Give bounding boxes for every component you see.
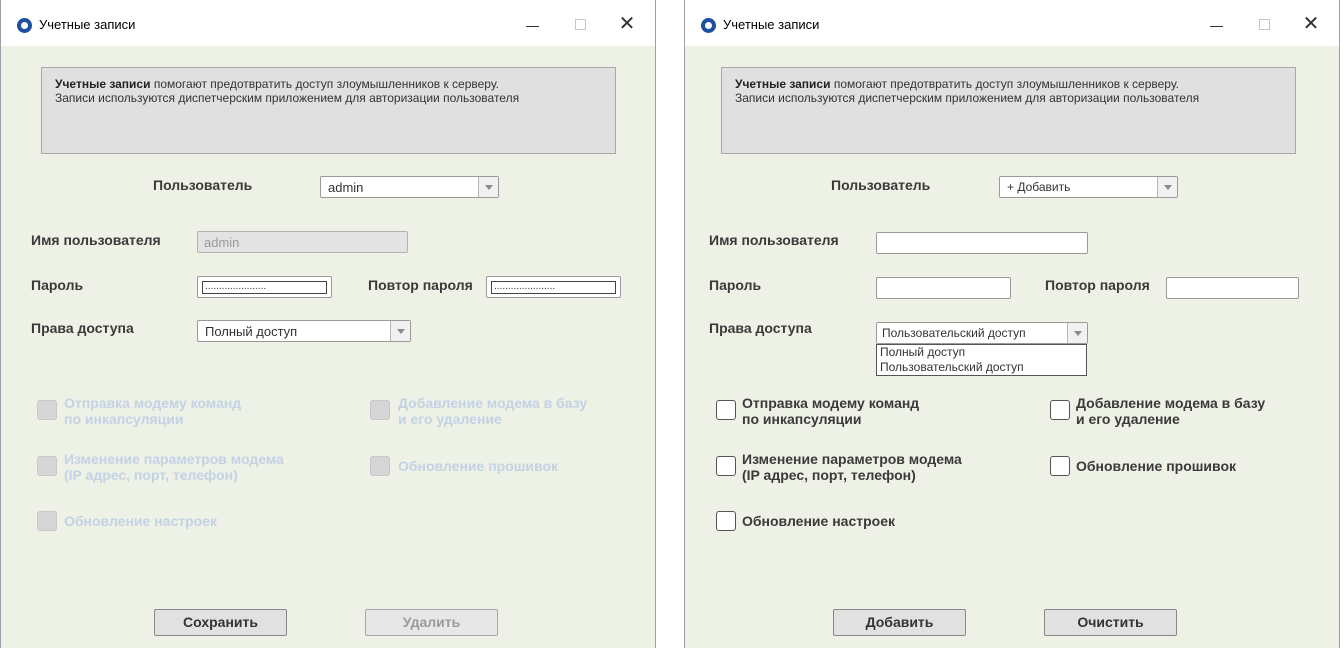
rights-label: Права доступа [709,320,812,336]
chevron-down-icon[interactable] [1157,177,1177,197]
checkbox-send-commands-label: Отправка модему команд по инкапсуляции [742,395,919,427]
info-line-1: Учетные записи помогают предотвратить до… [735,77,1295,91]
username-field[interactable] [876,232,1088,254]
info-line-1-rest: помогают предотвратить доступ злоумышлен… [830,77,1179,91]
info-box: Учетные записи помогают предотвратить до… [721,67,1296,154]
checkbox-modem-params-label: Изменение параметров модема (IP адрес, п… [64,451,284,483]
info-line-2: Записи используются диспетчерским прилож… [735,91,1200,105]
checkbox-firmware[interactable] [1050,456,1070,476]
checkbox-send-commands[interactable] [37,400,57,420]
user-select-value: admin [328,180,364,195]
title-bar: Учетные записи ✕ [1,0,655,46]
label-line: Отправка модему команд [64,395,242,411]
close-icon[interactable]: ✕ [609,10,645,38]
rights-option-user[interactable]: Пользовательский доступ [877,360,1086,375]
checkbox-send-commands-label: Отправка модему команд по инкапсуляции [64,395,241,427]
title-bar: Учетные записи ✕ [685,0,1339,46]
maximize-icon[interactable] [1247,10,1283,38]
password-field[interactable]: ...................... [197,276,332,298]
checkbox-firmware-label: Обновление прошивок [1076,458,1237,474]
checkbox-modem-params-label: Изменение параметров модема (IP адрес, п… [742,451,962,483]
info-line-1-rest: помогают предотвратить доступ злоумышлен… [150,77,499,91]
maximize-icon[interactable] [563,10,599,38]
repeat-password-mask: ...................... [491,281,616,294]
checkbox-firmware[interactable] [370,456,390,476]
rights-select-value: Пользовательский доступ [882,326,1026,340]
user-select[interactable]: + Добавить [999,176,1178,198]
rights-select-value: Полный доступ [205,324,298,339]
username-field[interactable]: admin [197,231,408,253]
checkbox-add-modem-label: Добавление модема в базу и его удаление [1076,395,1265,427]
label-line: Отправка модему команд [742,395,920,411]
checkbox-add-modem[interactable] [370,400,390,420]
window-title: Учетные записи [723,17,820,32]
info-box: Учетные записи помогают предотвратить до… [41,67,616,154]
label-line: по инкапсуляции [64,411,184,427]
accounts-window-add: Учетные записи ✕ Учетные записи помогают… [684,0,1340,648]
checkbox-settings-label: Обновление настроек [64,513,217,529]
password-field[interactable] [876,277,1011,299]
checkbox-send-commands[interactable] [716,400,736,420]
close-icon[interactable]: ✕ [1293,10,1329,38]
chevron-down-icon[interactable] [390,321,410,341]
clear-button[interactable]: Очистить [1044,609,1177,636]
checkbox-modem-params[interactable] [716,456,736,476]
label-line: Добавление модема в базу [398,395,588,411]
label-line: и его удаление [1076,411,1180,427]
rights-select[interactable]: Полный доступ [197,320,411,342]
label-line: (IP адрес, порт, телефон) [742,467,916,483]
rights-option-full[interactable]: Полный доступ [877,345,1086,360]
checkbox-modem-params[interactable] [37,456,57,476]
chevron-down-icon[interactable] [1067,323,1087,343]
add-button[interactable]: Добавить [833,609,966,636]
rights-select[interactable]: Пользовательский доступ [876,322,1088,344]
label-line: и его удаление [398,411,502,427]
rights-dropdown-list: Полный доступ Пользовательский доступ [876,344,1087,376]
user-label: Пользователь [831,177,931,193]
password-label: Пароль [31,277,84,293]
user-select[interactable]: admin [320,176,499,198]
minimize-icon[interactable] [515,10,551,38]
repeat-password-field[interactable]: ...................... [486,276,621,298]
password-mask: ...................... [202,281,327,294]
checkbox-settings-label: Обновление настроек [742,513,895,529]
username-label: Имя пользователя [709,232,839,248]
app-logo-icon [701,18,716,33]
password-label: Пароль [709,277,762,293]
info-bold: Учетные записи [735,77,831,91]
info-line-2: Записи используются диспетчерским прилож… [55,91,520,105]
repeat-password-label: Повтор пароля [1045,277,1150,293]
repeat-password-label: Повтор пароля [368,277,473,293]
label-line: Добавление модема в базу [1076,395,1266,411]
delete-button[interactable]: Удалить [365,609,498,636]
window-title: Учетные записи [39,17,136,32]
save-button[interactable]: Сохранить [154,609,287,636]
checkbox-add-modem[interactable] [1050,400,1070,420]
user-select-value: + Добавить [1007,180,1071,194]
checkbox-firmware-label: Обновление прошивок [398,458,559,474]
checkbox-settings[interactable] [716,511,736,531]
label-line: Изменение параметров модема [64,451,284,467]
repeat-password-field[interactable] [1166,277,1299,299]
label-line: (IP адрес, порт, телефон) [64,467,238,483]
accounts-window-edit: Учетные записи ✕ Учетные записи помогают… [0,0,656,648]
info-line-1: Учетные записи помогают предотвратить до… [55,77,615,91]
chevron-down-icon[interactable] [478,177,498,197]
app-logo-icon [17,18,32,33]
minimize-icon[interactable] [1199,10,1235,38]
label-line: Изменение параметров модема [742,451,962,467]
label-line: по инкапсуляции [742,411,862,427]
checkbox-settings[interactable] [37,511,57,531]
username-label: Имя пользователя [31,232,161,248]
info-bold: Учетные записи [55,77,151,91]
checkbox-add-modem-label: Добавление модема в базу и его удаление [398,395,587,427]
user-label: Пользователь [153,177,253,193]
rights-label: Права доступа [31,320,134,336]
